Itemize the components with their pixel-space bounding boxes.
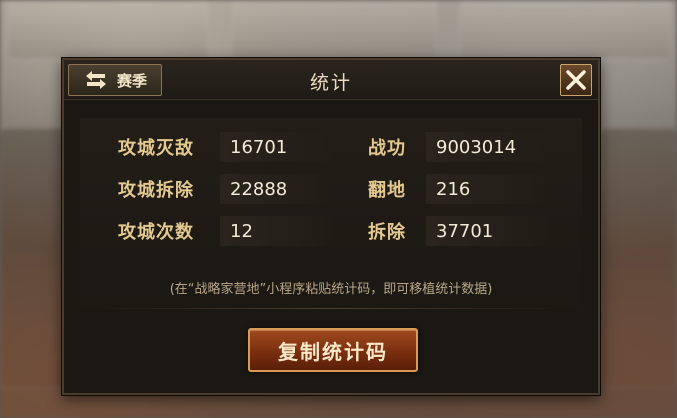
dialog-title: 统计 [309, 72, 352, 94]
stat-label: 攻城拆除 [118, 180, 194, 201]
stat-value: 16701 [220, 132, 330, 162]
background-card [232, 0, 437, 60]
stat-label: 攻城灭敌 [118, 138, 194, 159]
stat-row: 翻地 216 [368, 172, 548, 206]
stat-label: 攻城次数 [118, 222, 194, 243]
stat-value: 22888 [220, 174, 330, 204]
background-card [600, 128, 677, 388]
stat-row: 攻城拆除 22888 [118, 172, 330, 206]
divider [94, 308, 568, 309]
stat-value: 216 [426, 174, 548, 204]
stat-row: 战功 9003014 [368, 130, 548, 164]
copy-stats-code-button[interactable]: 复制统计码 [248, 328, 418, 372]
stat-row: 攻城灭敌 16701 [118, 130, 330, 164]
stat-label: 战功 [368, 138, 406, 159]
stat-row: 拆除 37701 [368, 214, 548, 248]
close-button[interactable] [560, 64, 592, 96]
transfer-hint-text: (在“战略家营地”小程序粘贴统计码，即可移植统计数据) [169, 282, 493, 297]
stat-value: 37701 [426, 216, 548, 246]
close-icon [566, 70, 586, 90]
stat-label: 拆除 [368, 222, 406, 243]
dialog-titlebar: 赛季 统计 [64, 60, 598, 100]
stat-row: 攻城次数 12 [118, 214, 330, 248]
stat-label: 翻地 [368, 180, 406, 201]
stat-value: 12 [220, 216, 330, 246]
statistics-dialog: 赛季 统计 攻城灭敌 16701 攻城拆除 22888 攻城次数 12 战功 9… [62, 58, 600, 395]
background-card [460, 0, 670, 60]
stat-value: 9003014 [426, 132, 548, 162]
background-card [8, 0, 208, 60]
